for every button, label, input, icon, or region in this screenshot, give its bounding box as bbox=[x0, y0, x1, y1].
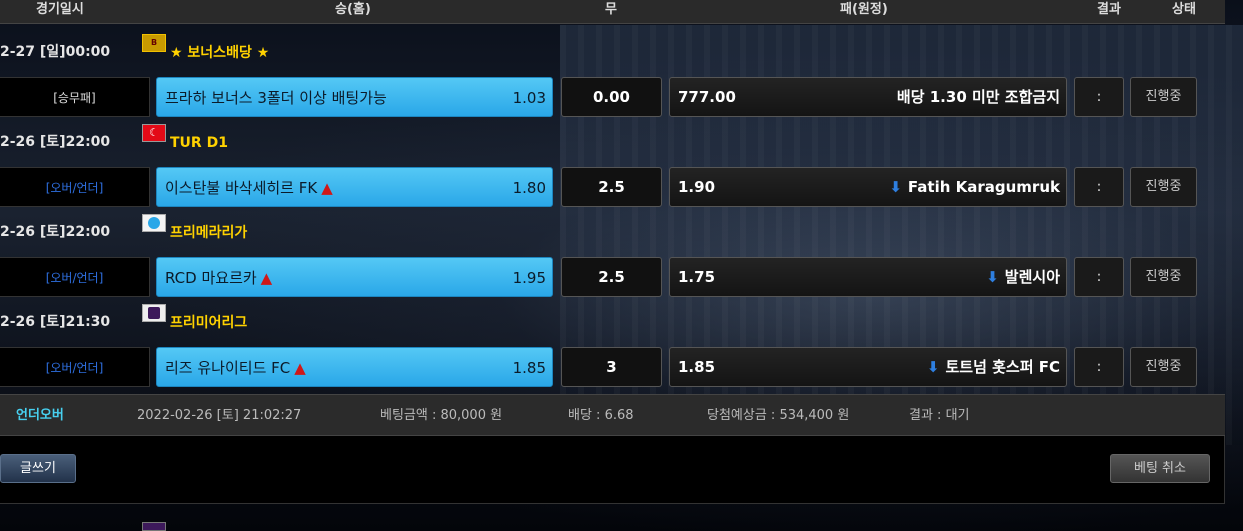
bet-type: [오버/언더] bbox=[0, 167, 150, 207]
bet-type: [오버/언더] bbox=[0, 257, 150, 297]
league-row: 2-27 [일]00:00 B ★ 보너스배당 ★ bbox=[0, 34, 700, 66]
bet-summary-bar: 언더오버 2022-02-26 [토] 21:02:27 베팅금액 : 80,0… bbox=[0, 394, 1225, 436]
status-badge: 진행중 bbox=[1130, 347, 1197, 387]
result-box: : bbox=[1074, 167, 1124, 207]
away-odds-button[interactable]: 1.85 ⬇ 토트넘 홋스퍼 FC bbox=[669, 347, 1067, 387]
status-badge: 진행중 bbox=[1130, 167, 1197, 207]
game-row: [오버/언더] RCD 마요르카 ▲ 1.95 2.5 1.75 ⬇ 발렌시아 : … bbox=[0, 257, 1225, 299]
summary-result: 결과 : 대기 bbox=[909, 408, 970, 423]
write-post-button[interactable]: 글쓰기 bbox=[0, 454, 76, 483]
table-header: 경기일시 승(홈) 무 패(원정) 결과 상태 bbox=[0, 0, 1225, 24]
away-odds-button[interactable]: 777.00 배당 1.30 미만 조합금지 bbox=[669, 77, 1067, 117]
summary-bet-amount: 베팅금액 : 80,000 원 bbox=[380, 408, 503, 423]
away-team-name: 배당 1.30 미만 조합금지 bbox=[896, 88, 1060, 106]
header-status: 상태 bbox=[1172, 2, 1196, 17]
summary-odds: 배당 : 6.68 bbox=[568, 408, 634, 423]
draw-odds-button[interactable]: 3 bbox=[561, 347, 662, 387]
draw-odds-button[interactable]: 0.00 bbox=[561, 77, 662, 117]
header-date: 경기일시 bbox=[36, 2, 84, 17]
header-result: 결과 bbox=[1097, 2, 1121, 17]
bet-type: [오버/언더] bbox=[0, 347, 150, 387]
summary-expected-win: 당첨예상금 : 534,400 원 bbox=[707, 408, 850, 423]
away-odds-button[interactable]: 1.75 ⬇ 발렌시아 bbox=[669, 257, 1067, 297]
match-date: 2-26 [토]21:30 bbox=[0, 314, 111, 330]
arrow-down-icon: ⬇ bbox=[889, 178, 902, 196]
league-name: 프리메라리가 bbox=[170, 225, 248, 241]
away-odd: 1.90 bbox=[678, 178, 716, 196]
away-odds-button[interactable]: 1.90 ⬇ Fatih Karagumruk bbox=[669, 167, 1067, 207]
draw-odds-button[interactable]: 2.5 bbox=[561, 167, 662, 207]
league-row: 2-26 [토]22:00 ☾ TUR D1 bbox=[0, 124, 700, 156]
action-bar: 글쓰기 베팅 취소 bbox=[0, 436, 1225, 504]
home-odds-button[interactable]: 프라하 보너스 3폴더 이상 배팅가능 1.03 bbox=[156, 77, 553, 117]
league-name: TUR D1 bbox=[170, 135, 228, 151]
away-team-name: ⬇ 토트넘 홋스퍼 FC bbox=[926, 358, 1060, 376]
away-odd: 1.75 bbox=[678, 268, 716, 286]
game-row: [오버/언더] 이스탄불 바삭세히르 FK ▲ 1.80 2.5 1.90 ⬇ Fa… bbox=[0, 167, 1225, 209]
header-draw: 무 bbox=[605, 2, 617, 17]
home-odd: 1.03 bbox=[512, 89, 546, 107]
match-date: 2-26 [토]22:00 bbox=[0, 134, 111, 150]
home-team-name: 프라하 보너스 3폴더 이상 배팅가능 bbox=[165, 89, 387, 107]
bet-type-label: [승무패] bbox=[53, 90, 96, 105]
match-date: 2-26 [토]22:00 bbox=[0, 224, 111, 240]
header-home: 승(홈) bbox=[335, 2, 371, 17]
status-badge: 진행중 bbox=[1130, 257, 1197, 297]
away-odd: 777.00 bbox=[678, 88, 736, 106]
status-badge: 진행중 bbox=[1130, 77, 1197, 117]
home-odds-button[interactable]: RCD 마요르카 ▲ 1.95 bbox=[156, 257, 553, 297]
home-odds-button[interactable]: 리즈 유나이티드 FC ▲ 1.85 bbox=[156, 347, 553, 387]
league-name: 프리미어리그 bbox=[170, 315, 248, 331]
game-row: [승무패] 프라하 보너스 3폴더 이상 배팅가능 1.03 0.00 777.… bbox=[0, 77, 1225, 119]
result-box: : bbox=[1074, 257, 1124, 297]
home-team-name: 이스탄불 바삭세히르 FK ▲ bbox=[165, 179, 333, 197]
league-row: 2-26 [토]21:30 프리미어리그 bbox=[0, 304, 700, 336]
league-name: ★ 보너스배당 ★ bbox=[170, 45, 270, 61]
arrow-up-icon: ▲ bbox=[321, 179, 333, 197]
arrow-up-icon: ▲ bbox=[260, 269, 273, 287]
arrow-down-icon: ⬇ bbox=[926, 358, 940, 376]
league-row: 2-26 [토]22:00 프리메라리가 bbox=[0, 214, 700, 246]
result-box: : bbox=[1074, 347, 1124, 387]
arrow-up-icon: ▲ bbox=[294, 359, 306, 377]
partial-flag-icon bbox=[142, 522, 166, 531]
away-team-name: ⬇ 발렌시아 bbox=[986, 268, 1060, 286]
away-odd: 1.85 bbox=[678, 358, 716, 376]
home-odds-button[interactable]: 이스탄불 바삭세히르 FK ▲ 1.80 bbox=[156, 167, 553, 207]
away-team-name: ⬇ Fatih Karagumruk bbox=[889, 178, 1060, 196]
home-odd: 1.80 bbox=[512, 179, 546, 197]
bet-type-label: [오버/언더] bbox=[45, 180, 104, 195]
header-away: 패(원정) bbox=[840, 2, 888, 17]
bonus-icon: B bbox=[142, 34, 166, 52]
bet-type-label: [오버/언더] bbox=[45, 270, 104, 285]
draw-odds-button[interactable]: 2.5 bbox=[561, 257, 662, 297]
home-odd: 1.85 bbox=[512, 359, 546, 377]
arrow-down-icon: ⬇ bbox=[986, 268, 999, 286]
summary-datetime: 2022-02-26 [토] 21:02:27 bbox=[137, 408, 302, 423]
game-row: [오버/언더] 리즈 유나이티드 FC ▲ 1.85 3 1.85 ⬇ 토트넘 홋스… bbox=[0, 347, 1225, 389]
laliga-icon bbox=[142, 214, 166, 232]
home-odd: 1.95 bbox=[512, 269, 546, 287]
summary-bet-type: 언더오버 bbox=[16, 408, 64, 423]
result-box: : bbox=[1074, 77, 1124, 117]
premier-league-icon bbox=[142, 304, 166, 322]
bet-type: [승무패] bbox=[0, 77, 150, 117]
bet-type-label: [오버/언더] bbox=[45, 360, 104, 375]
home-team-name: RCD 마요르카 ▲ bbox=[165, 269, 273, 287]
turkey-flag-icon: ☾ bbox=[142, 124, 166, 142]
home-team-name: 리즈 유나이티드 FC ▲ bbox=[165, 359, 306, 377]
cancel-bet-button[interactable]: 베팅 취소 bbox=[1110, 454, 1210, 483]
match-date: 2-27 [일]00:00 bbox=[0, 44, 111, 60]
